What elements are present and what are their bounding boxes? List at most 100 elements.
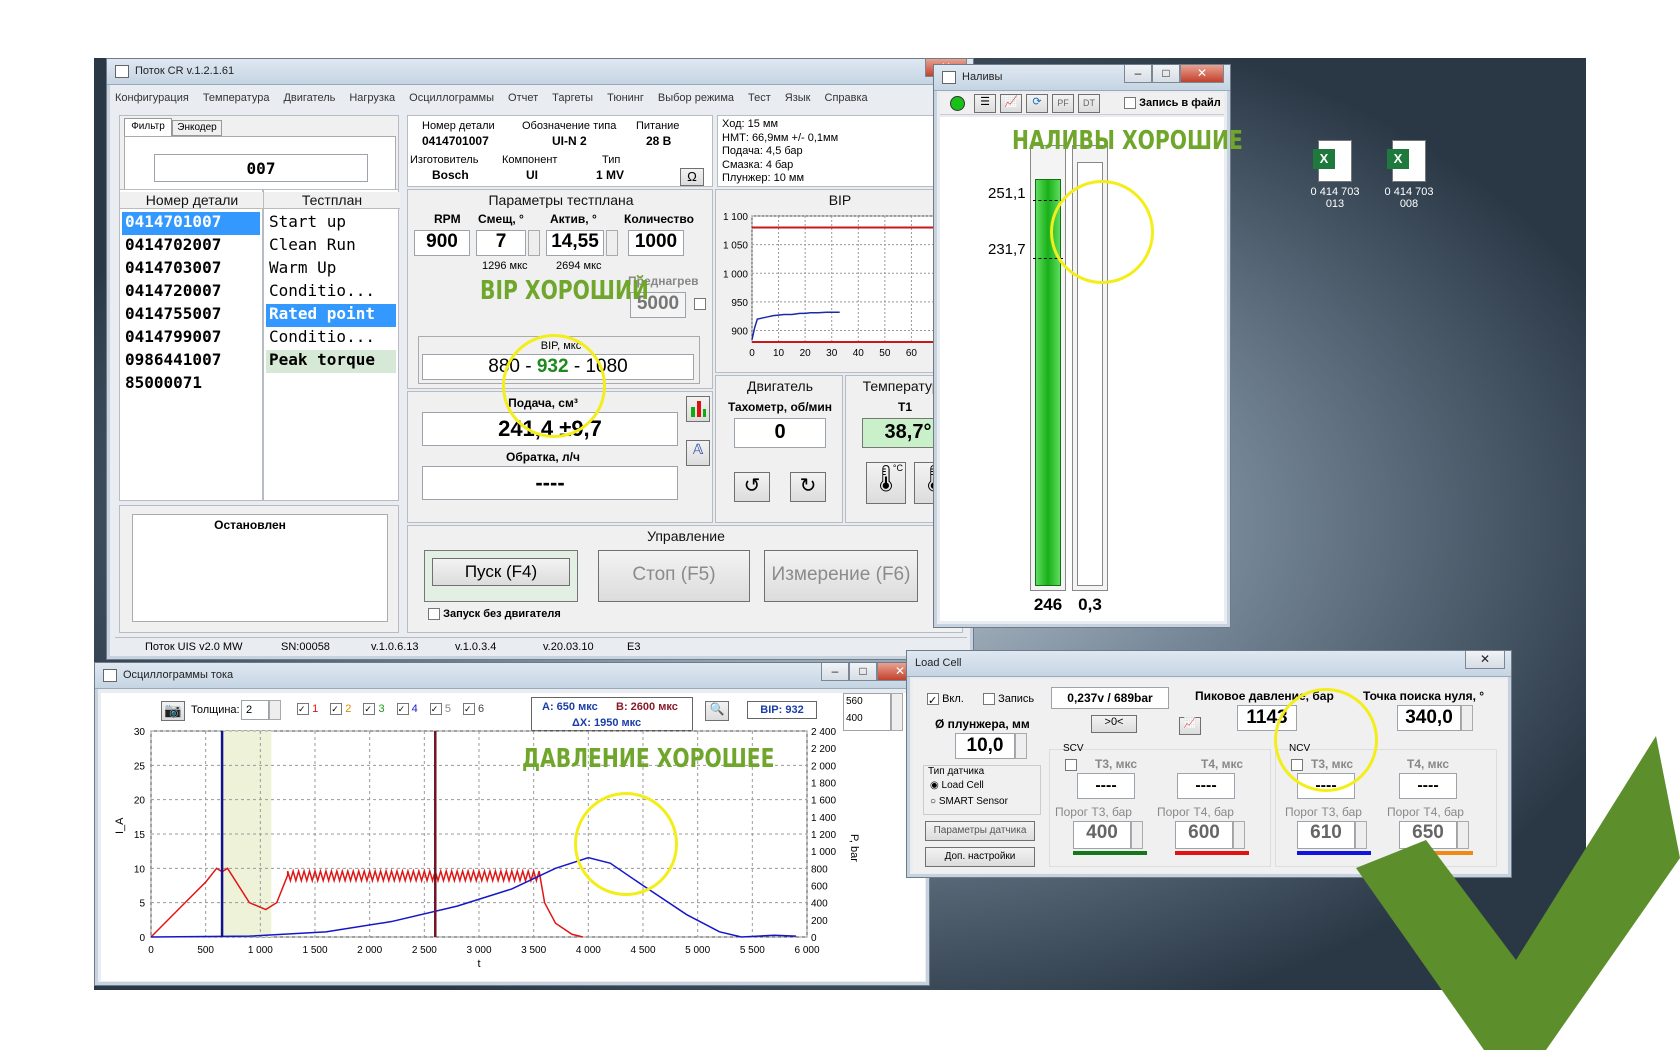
list-item[interactable]: Conditio...	[266, 327, 396, 350]
sensor-params-button[interactable]: Параметры датчика	[925, 821, 1035, 841]
list-item[interactable]: Clean Run	[266, 235, 396, 258]
list-item[interactable]: Start up	[266, 212, 396, 235]
tab-filter[interactable]: Фильтр	[124, 118, 172, 136]
chart-button[interactable]: 📈	[1179, 717, 1201, 735]
rotate-cw-button[interactable]: ↻	[790, 472, 826, 502]
measure-button[interactable]: Измерение (F6)	[764, 550, 918, 602]
filter-input[interactable]: 007	[154, 154, 368, 182]
menu-item-tuning[interactable]: Тюнинг	[607, 92, 644, 104]
list-item[interactable]: Conditio...	[266, 281, 396, 304]
menu-item-report[interactable]: Отчет	[508, 92, 538, 104]
thermometer-button-1[interactable]: 🌡 °C	[866, 462, 906, 504]
maximize-button[interactable]: □	[1152, 65, 1180, 83]
desktop-icon-excel-1[interactable]: X 0 414 703 013	[1300, 140, 1370, 210]
pf-button[interactable]: PF	[1052, 94, 1074, 113]
list-item[interactable]: 0414755007	[122, 304, 260, 327]
channel-checkbox-5[interactable]: ✓ 5	[429, 703, 451, 716]
thickness-stepper[interactable]	[269, 700, 281, 720]
tab-encoder[interactable]: Энкодер	[172, 120, 222, 136]
menu-item-load[interactable]: Нагрузка	[349, 92, 395, 104]
menu-item-config[interactable]: Конфигурация	[115, 92, 189, 104]
plunger-stepper[interactable]	[1015, 733, 1027, 759]
close-button[interactable]: ✕	[1180, 65, 1224, 83]
radio-load-cell[interactable]: ◉ Load Cell	[930, 780, 984, 791]
testplan-list: Start up Clean Run Warm Up Conditio... R…	[266, 212, 396, 373]
on-checkbox[interactable]: ✓ Вкл.	[927, 693, 964, 707]
thickness-field[interactable]: 2	[241, 700, 269, 720]
bar-chart-button[interactable]	[686, 396, 710, 422]
minimize-button[interactable]: ‒	[821, 663, 849, 681]
kind-label: Тип	[602, 154, 621, 166]
zero-button[interactable]: >0<	[1091, 715, 1137, 733]
list-item[interactable]: 0414799007	[122, 327, 260, 350]
dt-button[interactable]: DT	[1078, 94, 1100, 113]
start-button[interactable]: Пуск (F4)	[432, 558, 570, 586]
minimize-button[interactable]: ‒	[1124, 65, 1152, 83]
zoom-button[interactable]: 🔍	[705, 701, 729, 721]
x-tick-label: 5 500	[740, 945, 765, 956]
radio-smart-sensor[interactable]: ○ SMART Sensor	[930, 796, 1008, 807]
y-tick-label: 900	[731, 327, 748, 338]
scv-t3-stepper[interactable]	[1131, 821, 1143, 849]
record-file-checkbox[interactable]: Запись в файл	[1124, 97, 1221, 110]
channel-checkbox-6[interactable]: ✓ 6	[462, 703, 484, 716]
scv-t4-stepper[interactable]	[1233, 821, 1245, 849]
offset-stepper[interactable]	[528, 230, 540, 256]
record-checkbox[interactable]: Запись	[983, 693, 1034, 706]
bip-chart-title: BIP	[828, 192, 852, 208]
active-field[interactable]: 14,55	[546, 230, 604, 256]
rpm-field[interactable]: 900	[414, 230, 470, 256]
stop-button[interactable]: Стоп (F5)	[598, 550, 750, 602]
channel-checkbox-1[interactable]: ✓ 1	[297, 703, 318, 716]
rotate-ccw-button[interactable]: ↺	[734, 472, 770, 502]
type-value: UI-N 2	[552, 134, 587, 148]
list-item[interactable]: Peak torque	[266, 350, 396, 373]
menu-item-temperature[interactable]: Температура	[203, 92, 270, 104]
menu-item-mode[interactable]: Выбор режима	[658, 92, 734, 104]
channel-checkbox-4[interactable]: ✓ 4	[396, 703, 418, 716]
list-item[interactable]: 0986441007	[122, 350, 260, 373]
menu-item-help[interactable]: Справка	[825, 92, 868, 104]
list-item[interactable]: Rated point	[266, 304, 396, 327]
cursor-a-label: A: 650 мкс	[542, 701, 598, 713]
menu-item-oscillograms[interactable]: Осциллограммы	[409, 92, 494, 104]
plunger-field[interactable]: 10,0	[955, 733, 1015, 759]
maximize-button[interactable]: □	[849, 663, 877, 681]
active-stepper[interactable]	[606, 230, 618, 256]
camera-button[interactable]: 📷	[161, 701, 185, 721]
list-item[interactable]: 0414720007	[122, 281, 260, 304]
list-item[interactable]: 0414701007	[122, 212, 260, 235]
refresh-button[interactable]: ⟳	[1026, 94, 1048, 113]
menu-item-language[interactable]: Язык	[785, 92, 811, 104]
scv-t3-checkbox[interactable]	[1065, 759, 1077, 771]
menu-item-targets[interactable]: Таргеты	[552, 92, 593, 104]
menu-item-engine[interactable]: Двигатель	[283, 92, 335, 104]
desktop-icon-label: 0 414 703 013	[1310, 186, 1360, 210]
menu-item-test[interactable]: Тест	[748, 92, 771, 104]
cursor-b-label: B: 2600 мкс	[616, 701, 678, 713]
channel-checkbox-2[interactable]: ✓ 2	[330, 703, 351, 716]
list-item[interactable]: 0414703007	[122, 258, 260, 281]
ncv-t3-threshold[interactable]: 610	[1297, 821, 1355, 849]
list-item[interactable]: 0414702007	[122, 235, 260, 258]
channel-checkbox-3[interactable]: ✓ 3	[363, 703, 385, 716]
extra-settings-button[interactable]: Доп. настройки	[925, 847, 1035, 867]
scv-t3-threshold[interactable]: 400	[1073, 821, 1131, 849]
component-label: Компонент	[502, 154, 558, 166]
count-field[interactable]: 1000	[628, 230, 684, 256]
preheat-checkbox[interactable]	[694, 298, 706, 310]
offset-field[interactable]: 7	[476, 230, 526, 256]
list-button[interactable]: ☰	[974, 94, 996, 113]
y-left-tick-label: 5	[139, 899, 145, 910]
no-engine-checkbox[interactable]: Запуск без двигателя	[428, 608, 561, 621]
desktop-icon-excel-2[interactable]: X 0 414 703 008	[1374, 140, 1444, 210]
chart-a-button[interactable]: 𝔸	[686, 440, 710, 466]
close-button[interactable]: ✕	[1465, 651, 1505, 669]
tacho-display: 0	[734, 418, 826, 448]
graph-button[interactable]: 📈	[1000, 94, 1022, 113]
y-right-tick-label: 200	[811, 916, 828, 927]
scv-t4-threshold[interactable]: 600	[1175, 821, 1233, 849]
omega-button[interactable]: Ω	[680, 168, 704, 186]
list-item[interactable]: 85000071	[122, 373, 260, 396]
list-item[interactable]: Warm Up	[266, 258, 396, 281]
